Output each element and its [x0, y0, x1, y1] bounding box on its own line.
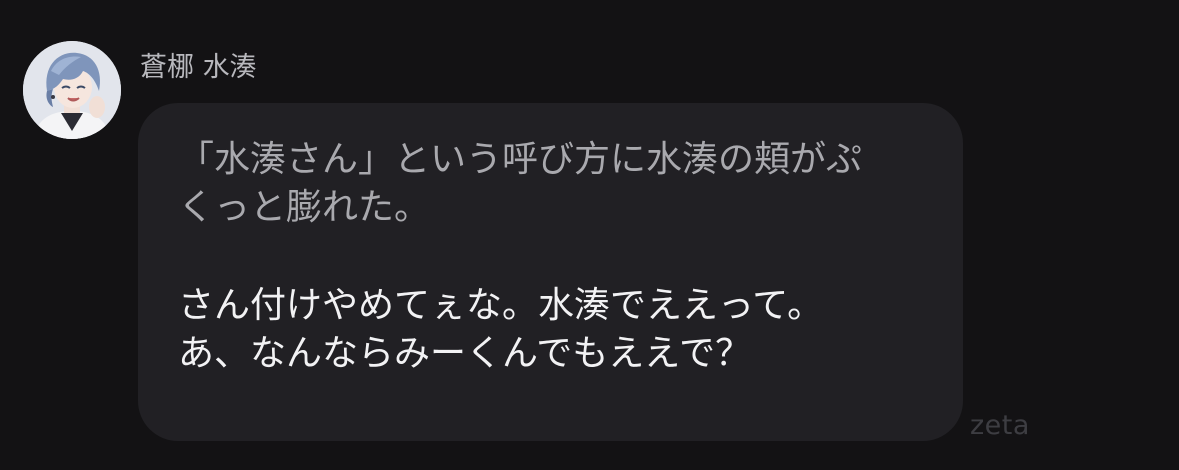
message-bubble[interactable]: 「水湊さん」という呼び方に水湊の頬がぷ くっと膨れた。 さん付けやめてぇな。水湊… [138, 103, 963, 441]
blank-line-spacer [178, 232, 943, 282]
character-portrait-icon [23, 41, 121, 139]
narration-line: くっと膨れた。 [178, 187, 431, 228]
dialogue-line: あ、なんならみーくんでもええで？ [178, 333, 752, 374]
narration-line: 「水湊さん」という呼び方に水湊の頬がぷ [178, 139, 863, 180]
dialogue-line: さん付けやめてぇな。水湊でええって。 [178, 285, 824, 326]
avatar[interactable] [23, 41, 121, 139]
watermark-logo: zeta [970, 410, 1030, 441]
sender-name: 蒼梛 水湊 [140, 52, 257, 83]
